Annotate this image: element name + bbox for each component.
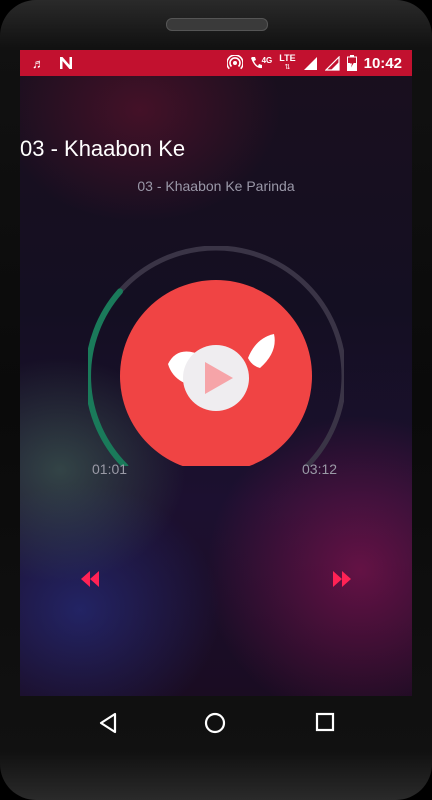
signal-icon [303,56,317,70]
signal-icon [324,55,340,71]
status-bar: ♬ 4G LTE ⇅ 10:42 [20,50,412,76]
data-arrows-icon: ⇅ [284,64,291,71]
fast-forward-button[interactable] [332,570,352,588]
phone-frame: ♬ 4G LTE ⇅ 10:42 03 - Khaabon Ke 03 - Kh… [0,0,432,800]
clock-time: 10:42 [363,54,402,72]
recents-button[interactable] [315,712,335,732]
wifi-calling-icon: 4G [250,56,273,70]
earpiece-speaker [166,18,268,31]
app-screen: ♬ 4G LTE ⇅ 10:42 03 - Khaabon Ke 03 - Kh… [20,50,412,696]
progress-arc [88,288,129,466]
rewind-icon [81,571,99,587]
rewind-button[interactable] [80,570,100,588]
play-button[interactable] [183,345,249,411]
network-4g-label: 4G [261,56,273,65]
music-note-icon: ♬ [32,55,45,71]
home-button[interactable] [204,712,226,734]
fast-forward-icon [333,571,351,587]
navigation-bar [20,700,412,748]
song-subtitle: 03 - Khaabon Ke Parinda [137,178,295,194]
network-lte-label: LTE [279,53,296,63]
playback-dial [88,246,344,466]
back-triangle-icon [99,712,117,734]
elapsed-time: 01:01 [92,461,128,477]
recents-square-icon [315,712,335,732]
battery-charging-icon [346,55,357,71]
total-time: 03:12 [302,461,338,477]
lte-indicator: LTE ⇅ [279,54,295,72]
n-notification-icon [60,57,72,69]
back-button[interactable] [98,712,118,734]
hotspot-icon [226,55,243,70]
song-title: 03 - Khaabon Ke [20,136,186,161]
home-circle-icon [204,712,226,734]
